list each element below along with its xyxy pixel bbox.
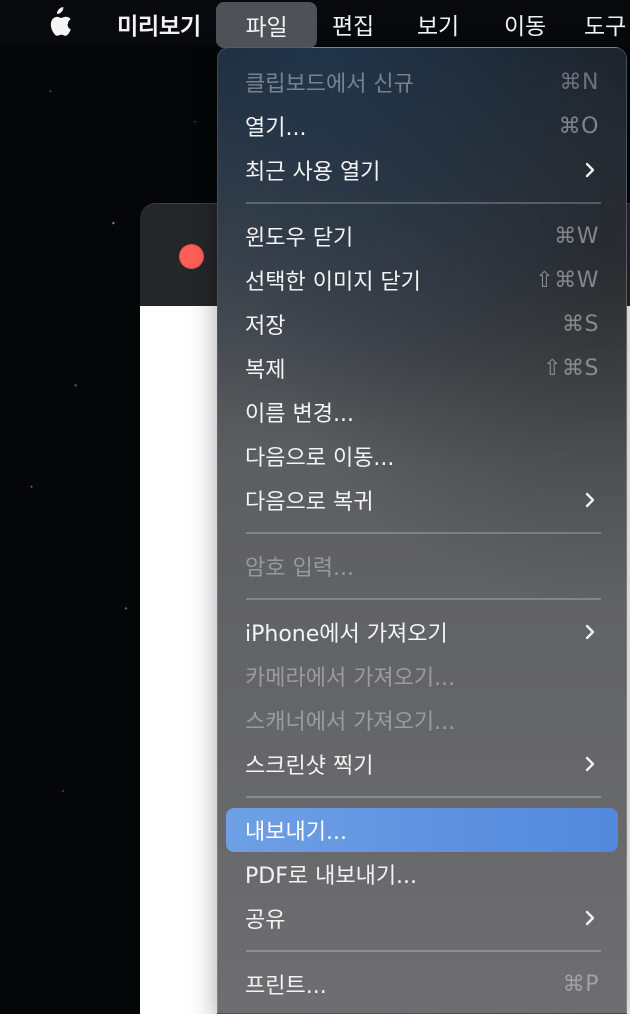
menu-item-open-recent[interactable]: 최근 사용 열기 <box>226 148 618 192</box>
menu-bar: 미리보기 파일 편집 보기 이동 도구 <box>0 0 630 48</box>
menu-item-enter-password: 암호 입력... <box>226 544 618 588</box>
menu-item-export[interactable]: 내보내기... <box>226 808 618 852</box>
menu-item-label: 이름 변경... <box>245 402 354 427</box>
menu-item-label: 스크린샷 찍기 <box>245 754 374 779</box>
go-menu[interactable]: 이동 <box>496 2 554 46</box>
menu-item-label: 내보내기... <box>245 820 347 845</box>
menu-separator <box>246 598 601 600</box>
view-menu[interactable]: 보기 <box>410 2 466 46</box>
menu-item-duplicate[interactable]: 복제 ⇧⌘S <box>226 346 618 390</box>
menu-item-label: 선택한 이미지 닫기 <box>245 270 421 295</box>
file-menu[interactable]: 파일 <box>216 2 317 48</box>
menu-item-label: 프린트... <box>245 974 327 999</box>
menu-item-import-from-scanner: 스캐너에서 가져오기... <box>226 698 618 742</box>
apple-logo-icon[interactable] <box>40 0 74 46</box>
shortcut-label: ⌘P <box>562 971 599 997</box>
menu-item-label: 다음으로 복귀 <box>245 490 374 515</box>
menu-item-label: 암호 입력... <box>245 556 354 581</box>
menu-item-close-selected-image[interactable]: 선택한 이미지 닫기 ⇧⌘W <box>226 258 618 302</box>
chevron-right-icon <box>585 624 595 640</box>
chevron-right-icon <box>585 492 595 508</box>
shortcut-label: ⌘O <box>558 113 599 139</box>
menu-item-open[interactable]: 열기... ⌘O <box>226 104 618 148</box>
shortcut-label: ⌘W <box>554 223 599 249</box>
menu-item-take-screenshot[interactable]: 스크린샷 찍기 <box>226 742 618 786</box>
menu-item-import-from-camera: 카메라에서 가져오기... <box>226 654 618 698</box>
close-button[interactable] <box>179 244 204 269</box>
menu-item-revert-to[interactable]: 다음으로 복귀 <box>226 478 618 522</box>
shortcut-label: ⌘S <box>562 311 599 337</box>
menu-item-save[interactable]: 저장 ⌘S <box>226 302 618 346</box>
menu-item-label: 열기... <box>245 116 307 141</box>
shortcut-label: ⌘N <box>559 69 599 95</box>
menu-item-print[interactable]: 프린트... ⌘P <box>226 962 618 1006</box>
shortcut-label: ⇧⌘S <box>543 355 599 381</box>
menu-item-label: 카메라에서 가져오기... <box>245 666 456 691</box>
menu-item-close-window[interactable]: 윈도우 닫기 ⌘W <box>226 214 618 258</box>
chevron-right-icon <box>585 756 595 772</box>
menu-item-rename[interactable]: 이름 변경... <box>226 390 618 434</box>
menu-item-label: 다음으로 이동... <box>245 446 395 471</box>
app-name-menu[interactable]: 미리보기 <box>110 2 208 46</box>
menu-item-label: 복제 <box>245 358 286 383</box>
menu-separator <box>246 796 601 798</box>
menu-item-label: 스캐너에서 가져오기... <box>245 710 456 735</box>
chevron-right-icon <box>585 910 595 926</box>
menu-separator <box>246 532 601 534</box>
menu-separator <box>246 950 601 952</box>
menu-item-move-to[interactable]: 다음으로 이동... <box>226 434 618 478</box>
tools-menu[interactable]: 도구 <box>584 2 630 46</box>
chevron-right-icon <box>585 162 595 178</box>
file-menu-dropdown: 클립보드에서 신규 ⌘N 열기... ⌘O 최근 사용 열기 윈도우 닫기 ⌘W… <box>217 47 627 1014</box>
shortcut-label: ⇧⌘W <box>535 267 599 293</box>
menu-item-label: iPhone에서 가져오기 <box>245 622 448 647</box>
menu-item-import-from-iphone[interactable]: iPhone에서 가져오기 <box>226 610 618 654</box>
edit-menu[interactable]: 편집 <box>326 2 380 46</box>
menu-item-share[interactable]: 공유 <box>226 896 618 940</box>
menu-item-label: 클립보드에서 신규 <box>245 72 414 97</box>
menu-separator <box>246 202 601 204</box>
menu-item-label: 저장 <box>245 314 286 339</box>
menu-item-label: 공유 <box>245 908 286 933</box>
menu-item-new-from-clipboard: 클립보드에서 신규 ⌘N <box>226 60 618 104</box>
menu-item-label: PDF로 내보내기... <box>245 864 418 889</box>
menu-item-export-as-pdf[interactable]: PDF로 내보내기... <box>226 852 618 896</box>
menu-item-label: 최근 사용 열기 <box>245 160 381 185</box>
menu-item-label: 윈도우 닫기 <box>245 226 354 251</box>
